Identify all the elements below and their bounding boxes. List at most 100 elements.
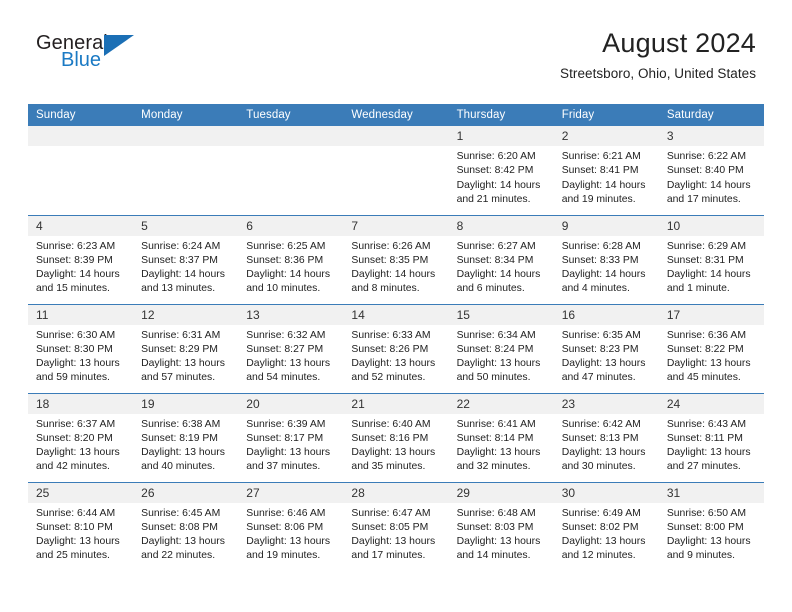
calendar-day-cell[interactable]: 25 Sunrise: 6:44 AM Sunset: 8:10 PM Dayligh…	[28, 481, 134, 571]
calendar-day-cell[interactable]: 2 Sunrise: 6:21 AM Sunset: 8:41 PM Daylight…	[553, 126, 659, 215]
calendar-day-cell[interactable]: 24 Sunrise: 6:43 AM Sunset: 8:11 PM Dayligh…	[658, 392, 764, 482]
sunrise-text: Sunrise: 6:35 AM	[561, 329, 641, 341]
day-number: 31	[658, 482, 764, 503]
calendar-day-cell[interactable]: 21 Sunrise: 6:40 AM Sunset: 8:16 PM Dayligh…	[343, 392, 449, 482]
calendar-day-cell[interactable]: 17 Sunrise: 6:36 AM Sunset: 8:22 PM Dayligh…	[658, 303, 764, 393]
sunrise-text: Sunrise: 6:29 AM	[666, 240, 746, 252]
daylight-text-cont: and 57 minutes.	[141, 372, 216, 384]
day-details	[238, 146, 343, 150]
day-details: Sunrise: 6:32 AM Sunset: 8:27 PM Daylight:…	[238, 325, 343, 386]
day-number: 4	[28, 215, 134, 236]
calendar-day-cell[interactable]: 22 Sunrise: 6:41 AM Sunset: 8:14 PM Dayligh…	[448, 392, 554, 482]
day-details: Sunrise: 6:29 AM Sunset: 8:31 PM Daylight:…	[659, 236, 764, 297]
sunset-text: Sunset: 8:29 PM	[141, 343, 218, 355]
day-details: Sunrise: 6:45 AM Sunset: 8:08 PM Daylight:…	[133, 503, 238, 564]
calendar-day-cell[interactable]: 26 Sunrise: 6:45 AM Sunset: 8:08 PM Dayligh…	[133, 481, 239, 571]
calendar-day-cell[interactable]: 11 Sunrise: 6:30 AM Sunset: 8:30 PM Dayligh…	[28, 303, 134, 393]
day-number	[343, 126, 449, 146]
sunset-text: Sunset: 8:08 PM	[141, 521, 218, 533]
day-details: Sunrise: 6:42 AM Sunset: 8:13 PM Daylight:…	[554, 414, 659, 475]
calendar-day-cell[interactable]: 18 Sunrise: 6:37 AM Sunset: 8:20 PM Dayligh…	[28, 392, 134, 482]
calendar-day-cell[interactable]: 10 Sunrise: 6:29 AM Sunset: 8:31 PM Dayligh…	[658, 214, 764, 304]
day-number	[133, 126, 239, 146]
calendar-day-cell[interactable]: 5 Sunrise: 6:24 AM Sunset: 8:37 PM Daylight…	[133, 214, 239, 304]
brand-logo[interactable]: General Blue	[36, 33, 146, 75]
day-number: 26	[133, 482, 239, 503]
calendar-day-cell[interactable]: 23 Sunrise: 6:42 AM Sunset: 8:13 PM Dayligh…	[553, 392, 659, 482]
day-details: Sunrise: 6:48 AM Sunset: 8:03 PM Daylight:…	[449, 503, 554, 564]
day-number: 16	[553, 304, 659, 325]
daylight-text-cont: and 6 minutes.	[456, 283, 525, 295]
day-details: Sunrise: 6:28 AM Sunset: 8:33 PM Daylight:…	[554, 236, 659, 297]
daylight-text: Daylight: 13 hours	[351, 358, 436, 370]
calendar-day-cell[interactable]: 16 Sunrise: 6:35 AM Sunset: 8:23 PM Dayligh…	[553, 303, 659, 393]
daylight-text-cont: and 52 minutes.	[351, 372, 426, 384]
sunset-text: Sunset: 8:23 PM	[561, 343, 639, 355]
sunrise-text: Sunrise: 6:20 AM	[456, 151, 536, 162]
sunrise-text: Sunrise: 6:39 AM	[246, 418, 326, 430]
calendar-week-row: 1 Sunrise: 6:20 AM Sunset: 8:42 PM Daylight…	[28, 126, 764, 215]
daylight-text: Daylight: 13 hours	[666, 447, 751, 459]
calendar-day-cell[interactable]: 12 Sunrise: 6:31 AM Sunset: 8:29 PM Dayligh…	[133, 303, 239, 393]
sunrise-text: Sunrise: 6:36 AM	[666, 329, 746, 341]
daylight-text-cont: and 37 minutes.	[246, 461, 321, 473]
daylight-text-cont: and 35 minutes.	[351, 461, 426, 473]
daylight-text: Daylight: 14 hours	[141, 269, 225, 281]
day-number: 11	[28, 304, 134, 325]
day-number: 8	[448, 215, 554, 236]
daylight-text-cont: and 10 minutes.	[246, 283, 321, 295]
calendar-day-cell[interactable]: 29 Sunrise: 6:48 AM Sunset: 8:03 PM Dayligh…	[448, 481, 554, 571]
sunset-text: Sunset: 8:19 PM	[141, 432, 218, 444]
day-details: Sunrise: 6:31 AM Sunset: 8:29 PM Daylight:…	[133, 325, 238, 386]
calendar-body: 1 Sunrise: 6:20 AM Sunset: 8:42 PM Daylight…	[28, 126, 764, 571]
calendar-week-row: 11 Sunrise: 6:30 AM Sunset: 8:30 PM Dayligh…	[28, 303, 764, 393]
daylight-text-cont: and 22 minutes.	[141, 550, 216, 562]
day-number: 6	[238, 215, 344, 236]
calendar-day-cell[interactable]: 30 Sunrise: 6:49 AM Sunset: 8:02 PM Dayligh…	[553, 481, 659, 571]
calendar-day-cell[interactable]: 4 Sunrise: 6:23 AM Sunset: 8:39 PM Daylight…	[28, 214, 134, 304]
daylight-text: Daylight: 13 hours	[561, 358, 646, 370]
sunset-text: Sunset: 8:35 PM	[351, 254, 429, 266]
title-block: August 2024 Streetsboro, Ohio, United St…	[560, 28, 756, 81]
sunset-text: Sunset: 8:42 PM	[456, 165, 534, 177]
sunrise-text: Sunrise: 6:45 AM	[141, 507, 221, 519]
sunrise-text: Sunrise: 6:49 AM	[561, 507, 641, 519]
sunrise-text: Sunrise: 6:26 AM	[351, 240, 431, 252]
calendar-day-cell[interactable]: 13 Sunrise: 6:32 AM Sunset: 8:27 PM Dayligh…	[238, 303, 344, 393]
daylight-text-cont: and 59 minutes.	[36, 372, 110, 384]
day-number: 7	[343, 215, 449, 236]
calendar-day-cell[interactable]: 19 Sunrise: 6:38 AM Sunset: 8:19 PM Dayligh…	[133, 392, 239, 482]
day-number: 21	[343, 393, 449, 414]
day-details: Sunrise: 6:24 AM Sunset: 8:37 PM Daylight:…	[133, 236, 238, 297]
calendar-grid: Sunday Monday Tuesday Wednesday Thursday Frid…	[28, 104, 764, 571]
brand-logo-triangle-icon	[104, 35, 134, 56]
calendar-day-cell[interactable]: 8 Sunrise: 6:27 AM Sunset: 8:34 PM Daylight…	[448, 214, 554, 304]
sunrise-text: Sunrise: 6:43 AM	[666, 418, 746, 430]
sunrise-text: Sunrise: 6:40 AM	[351, 418, 431, 430]
daylight-text: Daylight: 13 hours	[561, 447, 646, 459]
calendar-day-cell[interactable]: 14 Sunrise: 6:33 AM Sunset: 8:26 PM Dayligh…	[343, 303, 449, 393]
calendar-day-cell[interactable]: 9 Sunrise: 6:28 AM Sunset: 8:33 PM Daylight…	[553, 214, 659, 304]
calendar-day-cell[interactable]: 31 Sunrise: 6:50 AM Sunset: 8:00 PM Dayligh…	[658, 481, 764, 571]
sunrise-text: Sunrise: 6:44 AM	[36, 507, 116, 519]
daylight-text: Daylight: 13 hours	[456, 358, 541, 370]
daylight-text-cont: and 21 minutes.	[456, 193, 531, 205]
daylight-text: Daylight: 13 hours	[666, 536, 751, 548]
calendar-day-cell[interactable]: 15 Sunrise: 6:34 AM Sunset: 8:24 PM Dayligh…	[448, 303, 554, 393]
location-subtitle: Streetsboro, Ohio, United States	[560, 66, 756, 82]
sunset-text: Sunset: 8:05 PM	[351, 521, 429, 533]
calendar-day-cell[interactable]: 27 Sunrise: 6:46 AM Sunset: 8:06 PM Dayligh…	[238, 481, 344, 571]
calendar-day-cell[interactable]: 3 Sunrise: 6:22 AM Sunset: 8:40 PM Daylight…	[658, 126, 764, 215]
day-number: 23	[553, 393, 659, 414]
day-details	[133, 146, 238, 150]
calendar-day-cell[interactable]: 28 Sunrise: 6:47 AM Sunset: 8:05 PM Dayligh…	[343, 481, 449, 571]
sunset-text: Sunset: 8:02 PM	[561, 521, 639, 533]
calendar-day-cell[interactable]: 20 Sunrise: 6:39 AM Sunset: 8:17 PM Dayligh…	[238, 392, 344, 482]
calendar-day-cell[interactable]: 7 Sunrise: 6:26 AM Sunset: 8:35 PM Daylight…	[343, 214, 449, 304]
day-details: Sunrise: 6:25 AM Sunset: 8:36 PM Daylight:…	[238, 236, 343, 297]
sunrise-text: Sunrise: 6:34 AM	[456, 329, 536, 341]
sunrise-text: Sunrise: 6:37 AM	[36, 418, 116, 430]
calendar-day-cell[interactable]: 6 Sunrise: 6:25 AM Sunset: 8:36 PM Daylight…	[238, 214, 344, 304]
daylight-text: Daylight: 13 hours	[561, 536, 646, 548]
calendar-day-cell[interactable]: 1 Sunrise: 6:20 AM Sunset: 8:42 PM Daylight…	[448, 126, 554, 215]
